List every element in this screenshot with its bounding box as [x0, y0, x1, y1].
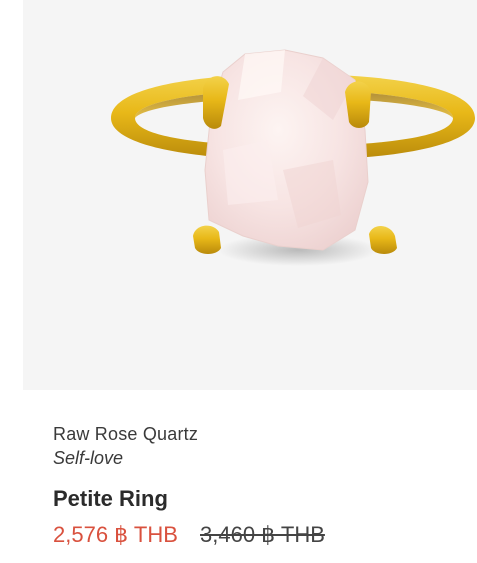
ring-icon: [111, 49, 475, 266]
product-card: Raw Rose Quartz Self-love Petite Ring 2,…: [0, 0, 477, 563]
product-meaning: Self-love: [53, 448, 124, 468]
price-row: 2,576 ฿ THB 3,460 ฿ THB: [53, 521, 453, 549]
product-info: Raw Rose Quartz Self-love Petite Ring 2,…: [53, 422, 453, 549]
product-name[interactable]: Petite Ring: [53, 485, 453, 513]
product-image[interactable]: [23, 0, 477, 390]
product-stone: Raw Rose Quartz: [53, 424, 199, 444]
sale-price: 2,576 ฿ THB: [53, 522, 178, 547]
original-price: 3,460 ฿ THB: [200, 522, 325, 547]
